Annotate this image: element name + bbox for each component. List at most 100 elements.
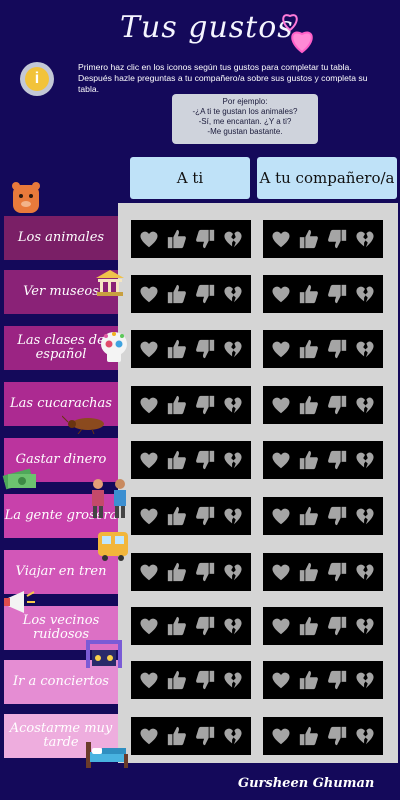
thumbs-down-icon[interactable] (326, 283, 348, 305)
thumbs-up-icon[interactable] (298, 228, 320, 250)
thumbs-up-icon[interactable] (166, 505, 188, 527)
answer-cell-you (131, 607, 251, 645)
thumbs-down-icon[interactable] (194, 283, 216, 305)
heart-icon[interactable] (138, 615, 160, 637)
thumbs-down-icon[interactable] (326, 725, 348, 747)
thumbs-up-icon[interactable] (166, 725, 188, 747)
broken-heart-icon[interactable] (354, 338, 376, 360)
thumbs-up-icon[interactable] (298, 394, 320, 416)
thumbs-up-icon[interactable] (166, 561, 188, 583)
answer-cell-partner (263, 275, 383, 313)
bear-icon (12, 182, 40, 213)
heart-icon[interactable] (270, 449, 292, 471)
thumbs-down-icon[interactable] (326, 338, 348, 360)
heart-icon[interactable] (270, 561, 292, 583)
answer-cell-partner (263, 661, 383, 699)
thumbs-down-icon[interactable] (326, 669, 348, 691)
heart-icon[interactable] (270, 283, 292, 305)
heart-icon[interactable] (270, 228, 292, 250)
thumbs-up-icon[interactable] (166, 449, 188, 471)
thumbs-down-icon[interactable] (194, 505, 216, 527)
thumbs-up-icon[interactable] (166, 615, 188, 637)
heart-icon[interactable] (138, 505, 160, 527)
author-signature: Gursheen Ghuman (238, 776, 375, 791)
thumbs-down-icon[interactable] (194, 669, 216, 691)
thumbs-down-icon[interactable] (194, 394, 216, 416)
heart-icon[interactable] (138, 725, 160, 747)
broken-heart-icon[interactable] (354, 449, 376, 471)
money-icon (2, 468, 36, 490)
heart-icon[interactable] (270, 615, 292, 637)
broken-heart-icon[interactable] (222, 669, 244, 691)
thumbs-down-icon[interactable] (326, 394, 348, 416)
heart-icon[interactable] (270, 505, 292, 527)
heart-icon[interactable] (270, 725, 292, 747)
broken-heart-icon[interactable] (354, 669, 376, 691)
thumbs-up-icon[interactable] (166, 394, 188, 416)
thumbs-down-icon[interactable] (194, 615, 216, 637)
broken-heart-icon[interactable] (222, 725, 244, 747)
broken-heart-icon[interactable] (354, 394, 376, 416)
thumbs-down-icon[interactable] (194, 449, 216, 471)
heart-icon[interactable] (138, 338, 160, 360)
heart-icon[interactable] (270, 338, 292, 360)
answer-cell-partner (263, 330, 383, 368)
answer-cell-you (131, 661, 251, 699)
broken-heart-icon[interactable] (222, 338, 244, 360)
broken-heart-icon[interactable] (354, 725, 376, 747)
example-line: -Me gustan bastante. (207, 127, 283, 136)
thumbs-up-icon[interactable] (166, 228, 188, 250)
heart-icon[interactable] (138, 669, 160, 691)
thumbs-down-icon[interactable] (194, 725, 216, 747)
example-line: -¿A ti te gustan los animales? (192, 107, 298, 116)
thumbs-up-icon[interactable] (298, 505, 320, 527)
thumbs-up-icon[interactable] (298, 561, 320, 583)
thumbs-up-icon[interactable] (298, 338, 320, 360)
heart-icon[interactable] (138, 394, 160, 416)
heart-icon[interactable] (138, 283, 160, 305)
broken-heart-icon[interactable] (222, 283, 244, 305)
broken-heart-icon[interactable] (222, 615, 244, 637)
thumbs-down-icon[interactable] (194, 561, 216, 583)
broken-heart-icon[interactable] (222, 505, 244, 527)
heart-icon[interactable] (138, 228, 160, 250)
thumbs-down-icon[interactable] (194, 338, 216, 360)
thumbs-up-icon[interactable] (298, 283, 320, 305)
broken-heart-icon[interactable] (222, 394, 244, 416)
thumbs-down-icon[interactable] (326, 228, 348, 250)
broken-heart-icon[interactable] (222, 228, 244, 250)
thumbs-up-icon[interactable] (166, 338, 188, 360)
example-line: -Sí, me encantan. ¿Y a ti? (198, 117, 292, 126)
thumbs-up-icon[interactable] (166, 283, 188, 305)
column-header-you: A ti (130, 157, 250, 199)
heart-icon[interactable] (138, 449, 160, 471)
broken-heart-icon[interactable] (354, 561, 376, 583)
thumbs-up-icon[interactable] (298, 725, 320, 747)
answer-cell-you (131, 275, 251, 313)
thumbs-down-icon[interactable] (326, 449, 348, 471)
broken-heart-icon[interactable] (222, 561, 244, 583)
example-heading: Por ejemplo: (222, 97, 268, 106)
thumbs-up-icon[interactable] (298, 615, 320, 637)
broken-heart-icon[interactable] (354, 505, 376, 527)
thumbs-up-icon[interactable] (166, 669, 188, 691)
thumbs-up-icon[interactable] (298, 669, 320, 691)
instructions-text: Primero haz clic en los iconos según tus… (78, 62, 368, 94)
thumbs-up-icon[interactable] (298, 449, 320, 471)
broken-heart-icon[interactable] (354, 283, 376, 305)
info-icon[interactable]: i (20, 62, 54, 96)
thumbs-down-icon[interactable] (326, 615, 348, 637)
thumbs-down-icon[interactable] (326, 505, 348, 527)
page-title: Tus gustos (120, 10, 294, 45)
heart-icon[interactable] (270, 394, 292, 416)
answer-cell-partner (263, 497, 383, 535)
heart-icon[interactable] (270, 669, 292, 691)
thumbs-down-icon[interactable] (194, 228, 216, 250)
answer-cell-you (131, 220, 251, 258)
broken-heart-icon[interactable] (354, 228, 376, 250)
broken-heart-icon[interactable] (354, 615, 376, 637)
answer-cell-you (131, 553, 251, 591)
heart-icon[interactable] (138, 561, 160, 583)
thumbs-down-icon[interactable] (326, 561, 348, 583)
broken-heart-icon[interactable] (222, 449, 244, 471)
